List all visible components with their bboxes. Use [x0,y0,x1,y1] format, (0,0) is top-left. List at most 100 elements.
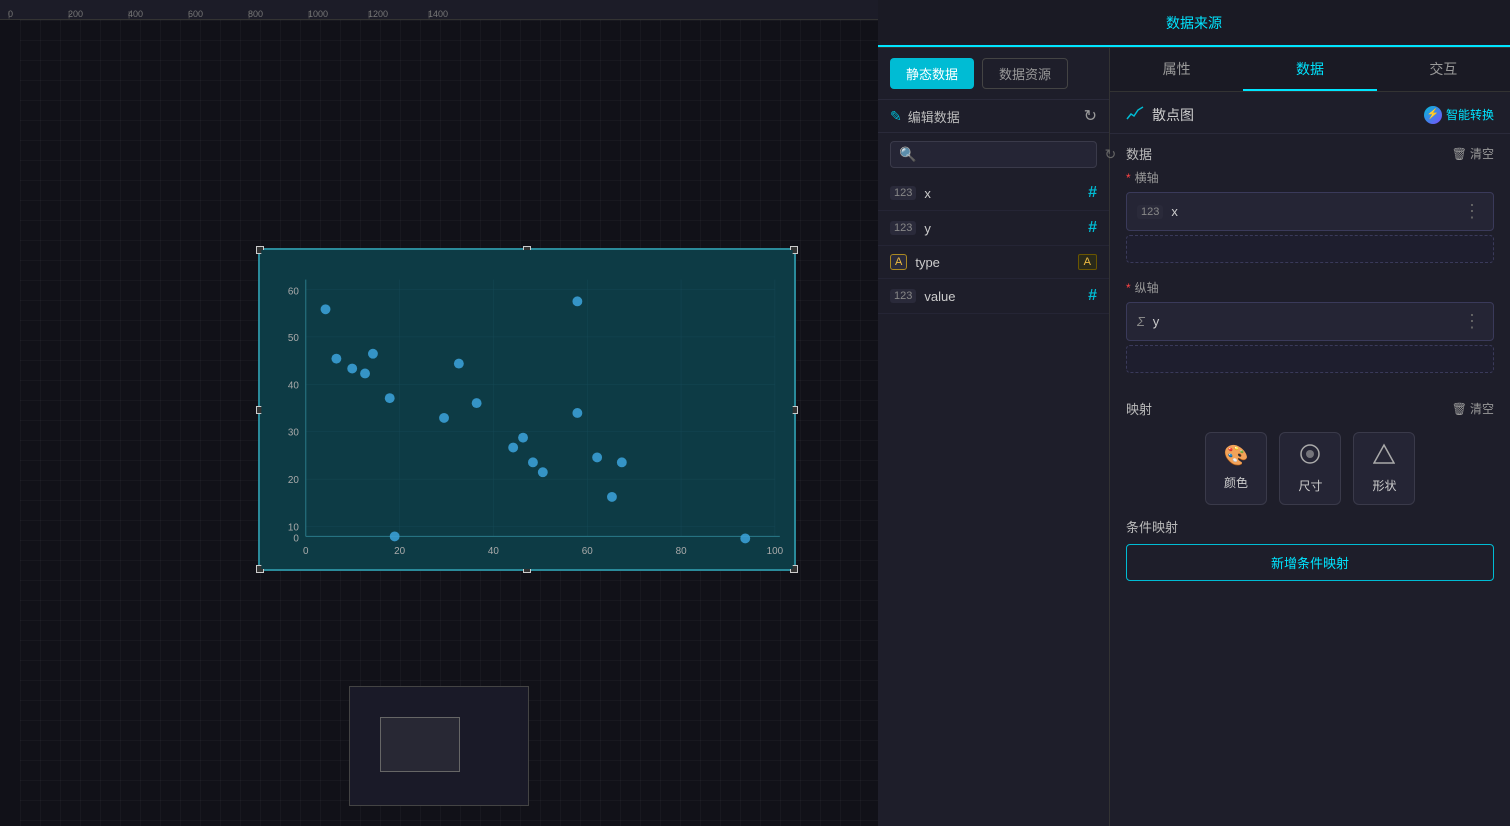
field-name-value: value [924,289,955,304]
size-icon [1299,443,1321,471]
field-item-y[interactable]: 123 y # [878,211,1109,246]
map-btn-color-label: 颜色 [1224,474,1248,491]
cond-label: 条件映射 [1126,517,1494,536]
chart-type-icon [1126,104,1144,125]
canvas-area[interactable]: 0 200 400 600 800 1000 1200 1400 [0,0,878,826]
data-section-title: 数据 [1126,144,1152,163]
edit-bar: ✎ 编辑数据 ↻ [878,99,1109,133]
chart-inner: 60 50 40 30 20 10 0 0 20 40 60 80 100 [260,250,794,569]
svg-text:40: 40 [288,380,299,391]
y-axis-more-icon[interactable]: ⋮ [1463,311,1483,332]
tab-interact[interactable]: 交互 [1377,48,1510,91]
edit-label: 编辑数据 [908,107,960,126]
search-bar: 🔍 ↻ [890,141,1097,168]
map-btn-shape-label: 形状 [1372,477,1396,494]
field-list: 123 x # 123 y # A type [878,176,1109,826]
conditional-section: 条件映射 新增条件映射 [1110,505,1510,593]
minimap[interactable] [349,686,529,806]
svg-text:20: 20 [394,546,405,557]
field-name-x: x [924,186,931,201]
svg-text:60: 60 [582,546,593,557]
svg-text:100: 100 [767,546,784,557]
left-sub-panel: 静态数据 数据资源 ✎ 编辑数据 ↻ 🔍 ↻ [878,48,1110,826]
chart-title: 散点图 [1126,104,1194,125]
ruler-top: 0 200 400 600 800 1000 1200 1400 [0,0,878,20]
x-axis-section: * 横轴 123 x ⋮ [1110,169,1510,279]
mapping-clear-btn[interactable]: 🗑 清空 [1452,400,1494,417]
smart-convert-label: 智能转换 [1446,106,1494,123]
ruler-mark: 1000 [308,9,368,19]
svg-text:60: 60 [288,286,299,297]
tab-data[interactable]: 数据 [1243,48,1376,91]
ruler-mark: 400 [128,9,188,19]
y-axis-section: * 纵轴 Σ y ⋮ [1110,279,1510,389]
field-item-type[interactable]: A type A [878,246,1109,279]
data-section-header: 数据 🗑 清空 [1110,134,1510,169]
smart-icon: ⚡ [1424,106,1442,124]
field-hash-icon-value: # [1088,287,1097,305]
field-type-x: 123 [890,186,916,200]
x-axis-placeholder [1126,235,1494,263]
svg-text:20: 20 [288,475,299,486]
svg-text:10: 10 [288,522,299,533]
svg-text:50: 50 [288,333,299,344]
ruler-mark: 600 [188,9,248,19]
scatter-svg: 60 50 40 30 20 10 0 0 20 40 60 80 100 [260,250,794,569]
mapping-section-header: 映射 🗑 清空 [1110,389,1510,424]
field-type-y: 123 [890,221,916,235]
add-condition-btn[interactable]: 新增条件映射 [1126,544,1494,581]
y-axis-placeholder [1126,345,1494,373]
map-btn-size-label: 尺寸 [1298,477,1322,494]
right-panel: 数据来源 静态数据 数据资源 ✎ 编辑数据 ↻ [878,0,1510,826]
mapping-buttons: 🎨 颜色 尺寸 [1126,432,1494,505]
map-btn-shape[interactable]: 形状 [1353,432,1415,505]
x-axis-field-box[interactable]: 123 x ⋮ [1126,192,1494,231]
svg-text:0: 0 [303,546,309,557]
field-name-type: type [915,255,940,270]
sub-tabs: 静态数据 数据资源 [878,48,1109,99]
y-field-name: y [1153,314,1160,329]
field-type-type: A [890,254,907,270]
y-axis-label: * 纵轴 [1126,279,1494,296]
x-axis-label: * 横轴 [1126,169,1494,186]
field-item-value[interactable]: 123 value # [878,279,1109,314]
trash-icon: 🗑 [1452,147,1467,161]
edit-data-button[interactable]: ✎ 编辑数据 [890,107,960,126]
svg-text:30: 30 [288,428,299,439]
chart-type-label: 散点图 [1152,105,1194,125]
panel-tabs-row: 数据来源 [878,0,1510,48]
tab-datasource[interactable]: 数据来源 [878,0,1510,47]
x-axis-more-icon[interactable]: ⋮ [1463,201,1483,222]
mapping-section-title: 映射 [1126,399,1152,418]
svg-text:0: 0 [293,533,299,544]
field-item-x[interactable]: 123 x # [878,176,1109,211]
search-icon: 🔍 [899,146,916,163]
field-text-icon-type: A [1078,254,1097,270]
map-btn-color[interactable]: 🎨 颜色 [1205,432,1268,505]
ruler-mark: 800 [248,9,308,19]
svg-text:40: 40 [488,546,499,557]
smart-convert-btn[interactable]: ⚡ 智能转换 [1424,106,1494,124]
field-name-y: y [924,221,931,236]
x-field-type-badge: 123 [1137,205,1163,219]
search-input[interactable] [922,147,1098,162]
tab-data-resource[interactable]: 数据资源 [982,58,1068,89]
y-axis-field-box[interactable]: Σ y ⋮ [1126,302,1494,341]
ruler-mark: 200 [68,9,128,19]
svg-text:80: 80 [676,546,687,557]
tab-static-data[interactable]: 静态数据 [890,58,974,89]
two-column-layout: 静态数据 数据资源 ✎ 编辑数据 ↻ 🔍 ↻ [878,48,1510,826]
ruler-mark: 1200 [368,9,428,19]
map-btn-size[interactable]: 尺寸 [1279,432,1341,505]
shape-icon [1373,443,1395,471]
data-clear-btn[interactable]: 🗑 清空 [1452,145,1494,162]
mapping-buttons-container: 🎨 颜色 尺寸 [1110,424,1510,505]
minimap-viewport[interactable] [380,717,460,772]
refresh-icon[interactable]: ↻ [1084,106,1097,126]
x-field-name: x [1171,204,1178,219]
tab-attribute[interactable]: 属性 [1110,48,1243,91]
edit-icon: ✎ [890,108,902,125]
scatter-chart-widget[interactable]: 60 50 40 30 20 10 0 0 20 40 60 80 100 [258,248,796,571]
inner-tabs: 属性 数据 交互 [1110,48,1510,92]
chart-header: 散点图 ⚡ 智能转换 [1110,92,1510,134]
